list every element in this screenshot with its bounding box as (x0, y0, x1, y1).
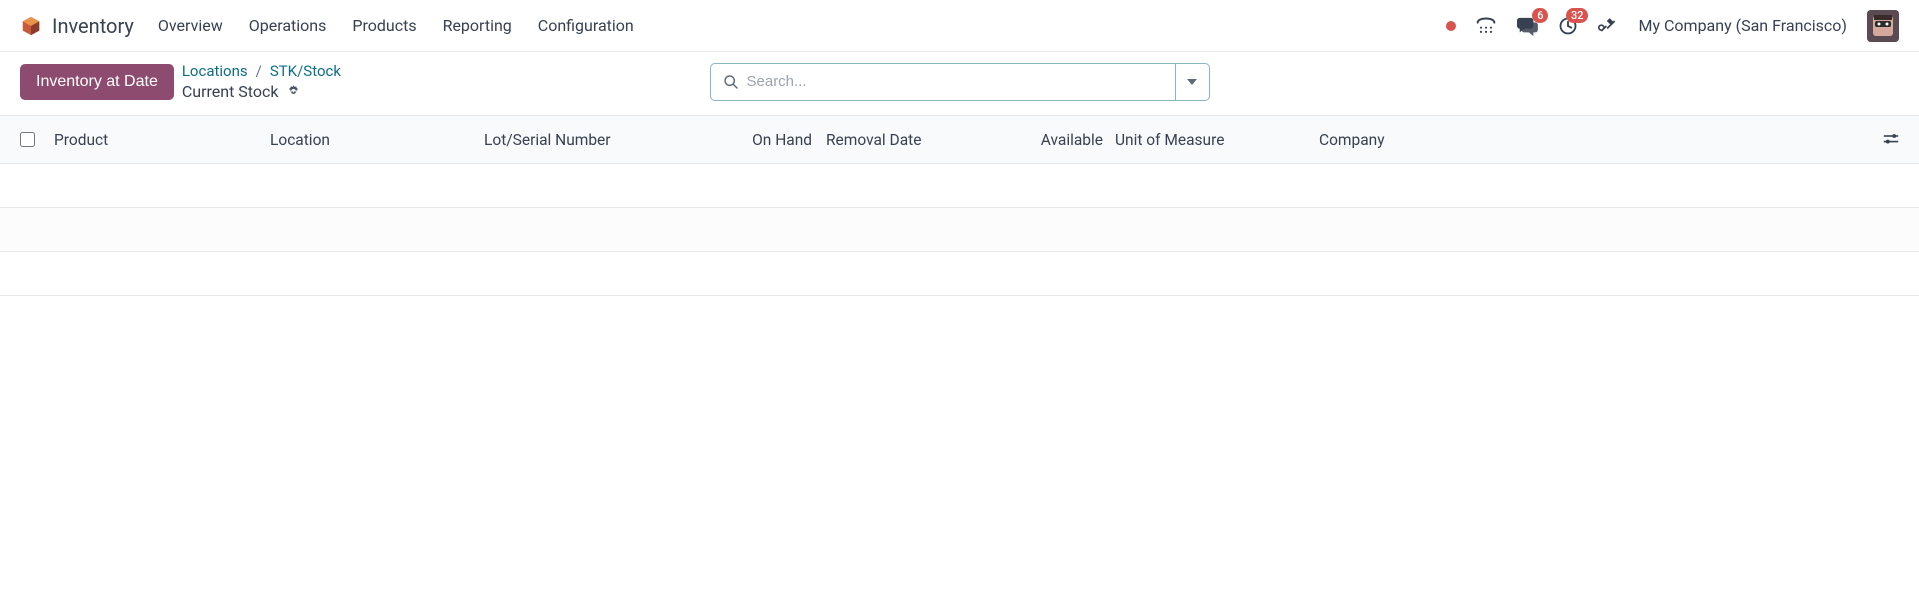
column-available[interactable]: Available (1019, 131, 1103, 149)
breadcrumb-stk-stock[interactable]: STK/Stock (270, 62, 341, 80)
nav-reporting[interactable]: Reporting (443, 16, 512, 35)
nav-operations[interactable]: Operations (249, 16, 327, 35)
column-product[interactable]: Product (54, 131, 270, 149)
main-nav: Overview Operations Products Reporting C… (158, 16, 634, 35)
table-row (0, 164, 1919, 208)
nav-configuration[interactable]: Configuration (538, 16, 634, 35)
column-lot[interactable]: Lot/Serial Number (484, 131, 732, 149)
company-selector[interactable]: My Company (San Francisco) (1638, 16, 1847, 35)
activities-badge: 32 (1566, 8, 1589, 23)
nav-overview[interactable]: Overview (158, 16, 223, 35)
breadcrumb-locations[interactable]: Locations (182, 62, 248, 80)
search-icon (723, 74, 739, 90)
gear-icon[interactable] (286, 84, 301, 99)
tools-icon[interactable] (1598, 16, 1618, 36)
app-title: Inventory (52, 14, 134, 38)
select-all-checkbox-wrap (20, 132, 54, 147)
page-title-line: Current Stock (182, 82, 341, 101)
messages-badge: 6 (1532, 8, 1548, 23)
status-dot-icon[interactable] (1446, 21, 1456, 31)
column-location[interactable]: Location (270, 131, 484, 149)
search-wrap (710, 63, 1210, 101)
select-all-checkbox[interactable] (20, 132, 35, 147)
chevron-down-icon (1187, 79, 1197, 85)
app-logo-icon (20, 15, 42, 37)
search-box[interactable] (710, 63, 1176, 101)
breadcrumb-area: Locations / STK/Stock Current Stock (182, 62, 341, 101)
table-row (0, 252, 1919, 296)
voip-icon[interactable] (1476, 17, 1496, 35)
user-avatar[interactable] (1867, 10, 1899, 42)
messages-icon[interactable]: 6 (1516, 16, 1538, 36)
search-options-toggle[interactable] (1176, 63, 1210, 101)
table-header: Product Location Lot/Serial Number On Ha… (0, 116, 1919, 164)
column-uom[interactable]: Unit of Measure (1103, 131, 1319, 149)
column-on-hand[interactable]: On Hand (732, 131, 812, 149)
table-row (0, 208, 1919, 252)
activities-icon[interactable]: 32 (1558, 16, 1578, 36)
brand[interactable]: Inventory (20, 14, 134, 38)
page-title: Current Stock (182, 82, 279, 101)
breadcrumb: Locations / STK/Stock (182, 62, 341, 80)
nav-products[interactable]: Products (352, 16, 416, 35)
column-company[interactable]: Company (1319, 131, 1479, 149)
column-removal-date[interactable]: Removal Date (812, 131, 1019, 149)
inventory-at-date-button[interactable]: Inventory at Date (20, 64, 174, 100)
breadcrumb-separator: / (256, 62, 262, 80)
topbar-right: 6 32 My Company (San Francisco) (1446, 10, 1899, 42)
sliders-icon (1883, 133, 1899, 147)
table-body (0, 164, 1919, 296)
optional-columns-toggle[interactable] (1883, 133, 1899, 147)
topbar: Inventory Overview Operations Products R… (0, 0, 1919, 52)
subheader: Inventory at Date Locations / STK/Stock … (0, 52, 1919, 116)
search-input[interactable] (739, 73, 1163, 90)
